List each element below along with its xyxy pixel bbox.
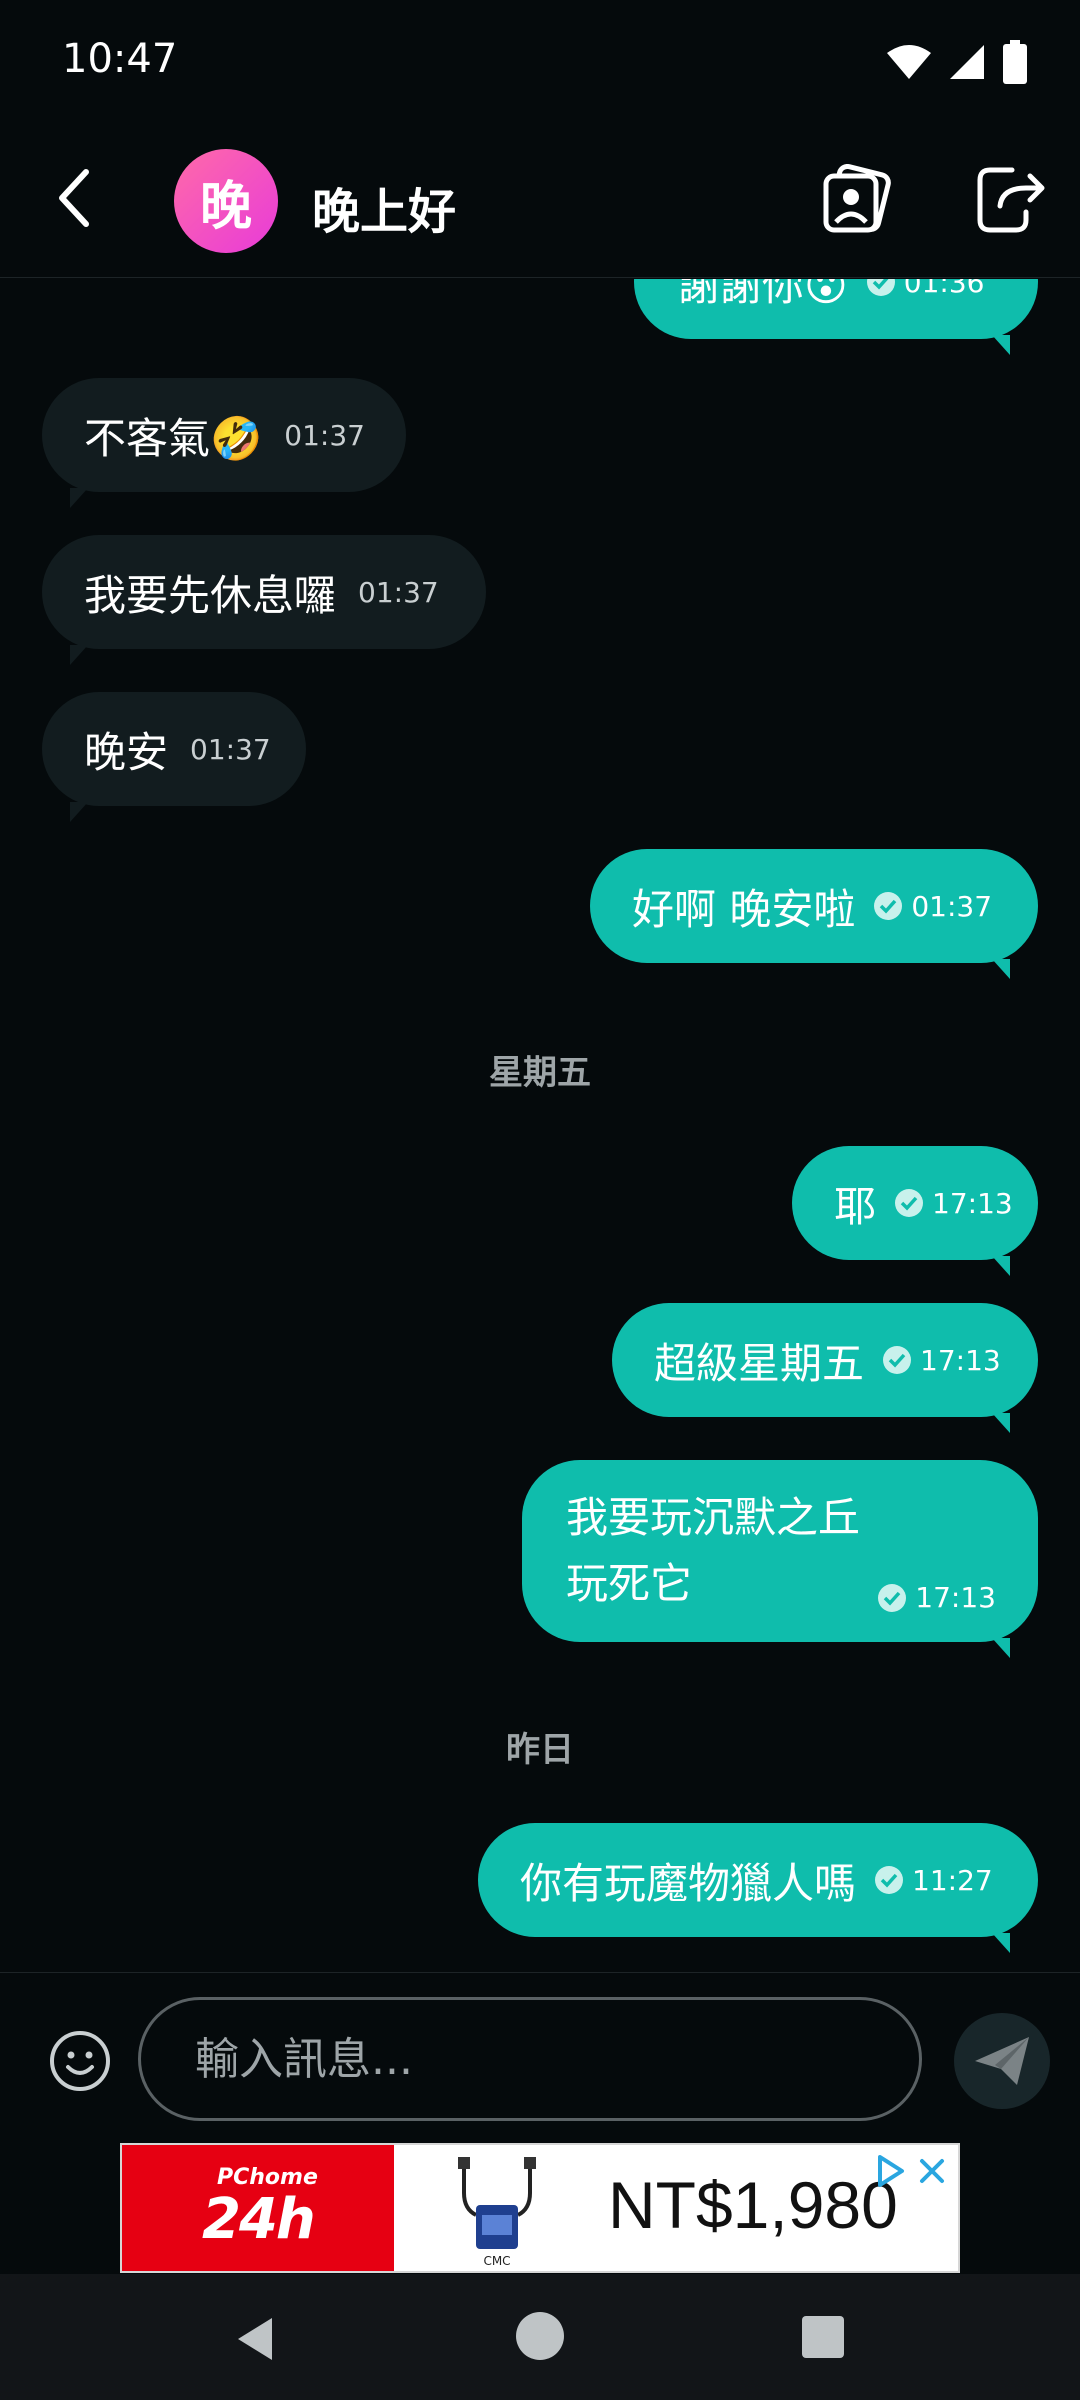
read-check-icon xyxy=(878,1583,907,1612)
nav-recents-icon[interactable] xyxy=(802,2316,844,2358)
status-time: 10:47 xyxy=(62,36,178,82)
message-list[interactable]: 謝謝你😮 01:36 不客氣🤣 01:37 我要先休息囉 01:37 晚安 01… xyxy=(0,279,1080,1971)
message-time: 17:13 xyxy=(932,1186,1013,1220)
message-bubble-incoming[interactable]: 我要先休息囉 01:37 xyxy=(42,535,486,665)
ad-banner[interactable]: PChome 24h CMC NT$1,980 xyxy=(120,2143,960,2273)
system-nav-bar xyxy=(0,2274,1080,2400)
message-text: 晚安 xyxy=(84,727,169,777)
read-check-icon xyxy=(895,1189,924,1217)
battery-icon xyxy=(1003,40,1027,84)
gallery-button[interactable] xyxy=(818,163,894,236)
back-arrow-icon xyxy=(59,169,89,227)
message-bubble-incoming[interactable]: 不客氣🤣 01:37 xyxy=(42,378,406,508)
read-check-icon xyxy=(883,1346,912,1374)
message-bubble-outgoing[interactable]: 我要玩沉默之丘 玩死它 17:13 xyxy=(522,1460,1038,1658)
date-separator: 昨日 xyxy=(506,1730,574,1770)
nav-back-icon[interactable] xyxy=(232,2314,282,2364)
message-text: 不客氣🤣 xyxy=(84,413,263,463)
message-time: 11:27 xyxy=(912,1863,993,1897)
message-text: 謝謝你😮 xyxy=(678,279,848,310)
chat-header: 晚 晚上好 xyxy=(0,120,1080,278)
message-bubble-incoming[interactable]: 晚安 01:37 xyxy=(42,692,306,822)
read-check-icon xyxy=(874,892,903,920)
read-check-icon xyxy=(866,279,895,296)
status-icons xyxy=(886,40,1028,84)
message-time: 01:37 xyxy=(284,418,365,452)
message-bubble-outgoing[interactable]: 好啊 晚安啦 01:37 xyxy=(590,849,1038,979)
send-button[interactable] xyxy=(954,2013,1050,2109)
ad-product-image: CMC xyxy=(458,2157,536,2268)
message-time: 17:13 xyxy=(915,1581,996,1614)
message-composer xyxy=(0,1972,1080,2121)
message-input[interactable] xyxy=(138,1997,922,2121)
message-text: 耶 xyxy=(834,1181,877,1231)
ad-price: NT$1,980 xyxy=(608,2168,898,2242)
message-time: 01:36 xyxy=(903,279,985,299)
chat-title[interactable]: 晚上好 xyxy=(312,172,456,242)
date-separator: 星期五 xyxy=(489,1053,591,1093)
photo-gallery-icon xyxy=(823,163,891,233)
emoji-button[interactable] xyxy=(48,2029,112,2093)
ad-choices-icon[interactable] xyxy=(872,2153,908,2189)
cellular-signal-icon xyxy=(950,45,984,79)
message-text: 你有玩魔物獵人嗎 xyxy=(520,1858,857,1908)
avatar-letter: 晚 xyxy=(199,176,252,237)
message-time: 01:37 xyxy=(190,732,271,766)
emoji-icon xyxy=(50,2031,110,2091)
ad-brand-logo: PChome 24h xyxy=(122,2145,394,2271)
message-time: 17:13 xyxy=(920,1343,1001,1377)
message-bubble-outgoing[interactable]: 你有玩魔物獵人嗎 11:27 xyxy=(478,1823,1038,1953)
send-icon xyxy=(975,2037,1029,2085)
wifi-icon xyxy=(887,45,931,79)
share-button[interactable] xyxy=(972,164,1048,236)
avatar[interactable]: 晚 xyxy=(174,149,278,253)
message-bubble-outgoing[interactable]: 超級星期五 17:13 xyxy=(612,1303,1038,1433)
ad-close-icon[interactable] xyxy=(914,2153,950,2189)
read-check-icon xyxy=(875,1866,904,1894)
message-text: 我要玩沉默之丘 玩死它 xyxy=(566,1493,861,1608)
message-text: 好啊 晚安啦 xyxy=(632,884,856,934)
svg-text:CMC: CMC xyxy=(483,2254,510,2268)
message-bubble-outgoing[interactable]: 耶 17:13 xyxy=(792,1146,1038,1276)
message-time: 01:37 xyxy=(911,889,993,923)
message-time: 01:37 xyxy=(358,575,439,609)
message-bubble-outgoing[interactable]: 謝謝你😮 01:36 xyxy=(634,279,1038,355)
message-text: 超級星期五 xyxy=(654,1338,865,1388)
nav-home-icon[interactable] xyxy=(516,2312,564,2360)
message-text: 我要先休息囉 xyxy=(84,570,337,620)
back-button[interactable] xyxy=(44,166,104,230)
status-bar: 10:47 xyxy=(0,0,1080,120)
share-exit-icon xyxy=(977,167,1045,233)
